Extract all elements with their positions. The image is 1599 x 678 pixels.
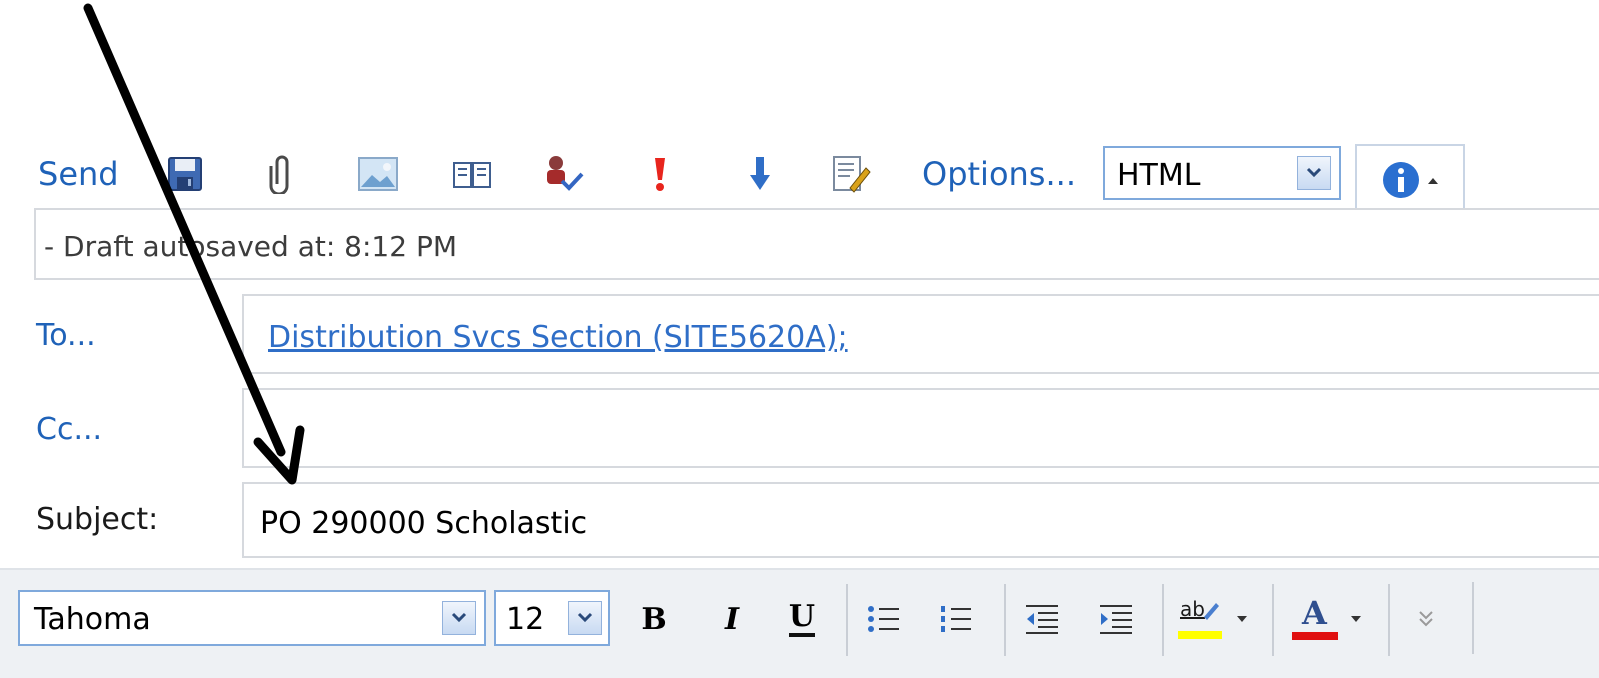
numbered-list-icon (941, 606, 971, 632)
chevron-down-icon[interactable] (1297, 156, 1331, 190)
font-color-dropdown[interactable] (1346, 594, 1366, 644)
decrease-indent-icon (1026, 605, 1058, 634)
message-format-select[interactable]: HTML (1103, 146, 1341, 200)
increase-indent-button[interactable] (1094, 594, 1138, 644)
draft-autosave-text: - Draft autosaved at: 8:12 PM (44, 230, 457, 263)
double-chevron-down-icon (1419, 611, 1433, 627)
chevron-down-icon[interactable] (568, 601, 602, 635)
draft-status-bar: - Draft autosaved at: 8:12 PM (34, 208, 1599, 280)
font-size-select[interactable]: 12 (494, 590, 610, 646)
address-book-icon[interactable] (452, 154, 492, 194)
attach-icon[interactable] (262, 154, 302, 194)
caret-up-icon[interactable] (1427, 176, 1439, 186)
info-icon (1383, 162, 1419, 198)
save-icon[interactable] (165, 154, 205, 194)
check-names-icon[interactable] (544, 154, 584, 194)
dropdown-arrow-icon (1237, 616, 1247, 622)
formatting-toolbar: Tahoma 12 B I U ab A (0, 568, 1599, 678)
highlight-icon: ab (1178, 597, 1224, 641)
info-tab[interactable] (1355, 144, 1465, 210)
dropdown-arrow-icon (1351, 616, 1361, 622)
highlight-dropdown[interactable] (1232, 594, 1252, 644)
toolbar-separator (1388, 584, 1390, 656)
font-family-select[interactable]: Tahoma (18, 590, 486, 646)
italic-button[interactable]: I (710, 594, 754, 644)
font-color-icon: A (1292, 594, 1338, 642)
message-format-value: HTML (1117, 158, 1201, 193)
send-button[interactable]: Send (38, 154, 119, 194)
low-importance-icon[interactable] (740, 154, 780, 194)
chevron-down-icon[interactable] (442, 601, 476, 635)
toolbar-separator (846, 584, 848, 656)
numbered-list-button[interactable] (934, 594, 978, 644)
toolbar-separator (1004, 584, 1006, 656)
decrease-indent-button[interactable] (1020, 594, 1064, 644)
highlight-button[interactable]: ab (1176, 594, 1226, 644)
bold-icon: B (641, 601, 667, 637)
increase-indent-icon (1100, 605, 1132, 634)
insert-picture-icon[interactable] (358, 154, 398, 194)
subject-label: Subject: (36, 502, 159, 537)
cc-button[interactable]: Cc... (36, 412, 102, 447)
bullet-list-button[interactable] (862, 594, 906, 644)
font-family-value: Tahoma (34, 602, 151, 637)
italic-icon: I (724, 601, 740, 637)
underline-button[interactable]: U (780, 594, 824, 644)
options-button[interactable]: Options... (922, 154, 1076, 194)
toolbar-separator (1162, 584, 1164, 656)
cc-field[interactable] (242, 388, 1599, 468)
high-importance-icon[interactable] (640, 154, 680, 194)
to-button[interactable]: To... (36, 318, 96, 353)
bold-button[interactable]: B (632, 594, 676, 644)
font-color-button[interactable]: A (1290, 594, 1340, 644)
bullet-list-icon (868, 606, 899, 632)
signature-icon[interactable] (832, 154, 872, 194)
more-options-button[interactable] (1404, 594, 1448, 644)
toolbar-separator (1272, 584, 1274, 656)
underline-icon: U (788, 601, 816, 637)
to-field[interactable]: Distribution Svcs Section (SITE5620A); (242, 294, 1599, 374)
toolbar-separator (1472, 582, 1474, 654)
recipient-link[interactable]: Distribution Svcs Section (SITE5620A); (268, 320, 848, 355)
subject-input[interactable]: PO 290000 Scholastic (242, 482, 1599, 558)
subject-value: PO 290000 Scholastic (260, 506, 588, 541)
font-size-value: 12 (506, 602, 545, 637)
